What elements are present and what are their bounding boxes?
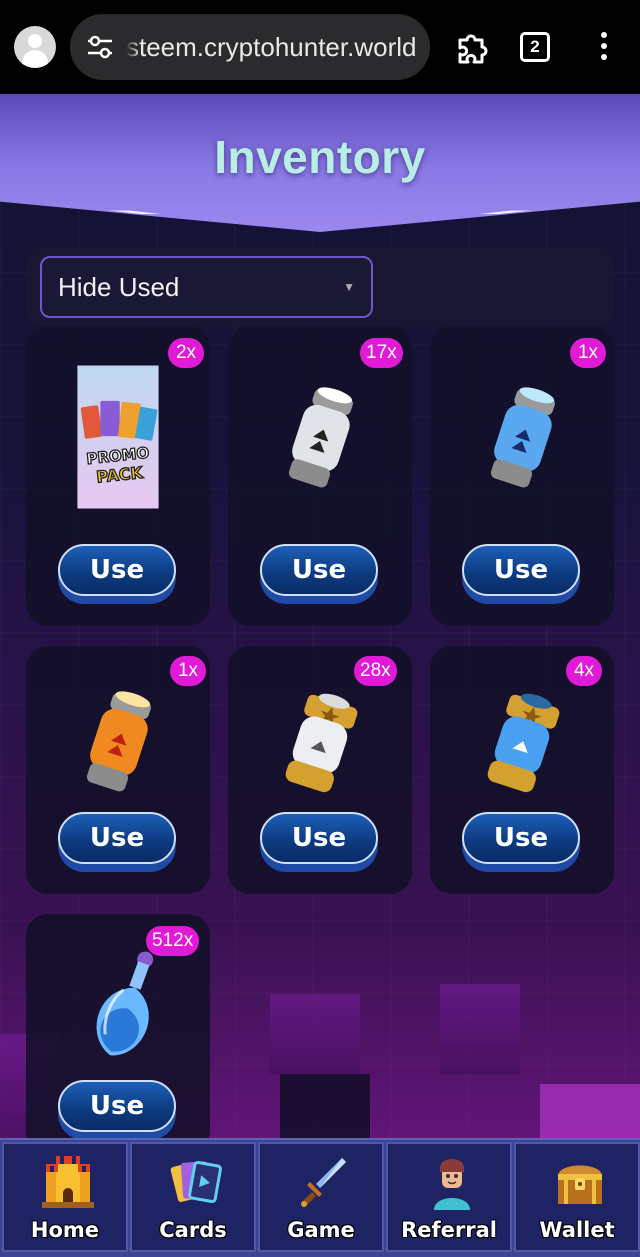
person-icon [434,1159,470,1210]
use-button[interactable]: Use [462,544,580,596]
filter-selected-value: Hide Used [58,272,180,302]
item-count-badge: 1x [170,656,206,686]
inventory-item-card: 1x Use [430,326,614,626]
nav-label: Game [287,1218,355,1242]
inventory-item-card: 512x Use [26,914,210,1138]
blue-capsule-icon [490,387,555,488]
inventory-item-card: 28x Use [228,646,412,894]
browser-toolbar: steem.cryptohunter.world 2 [0,0,640,94]
inventory-item-card: 2x PROMO PACK Use [26,326,210,626]
nav-item-wallet[interactable]: Wallet [514,1142,640,1252]
sword-icon [301,1158,346,1207]
item-count-badge: 2x [168,338,204,368]
silver-capsule-icon [288,387,353,488]
chevron-down-icon: ▼ [343,280,355,294]
used-filter-select[interactable]: Hide Used ▼ [40,256,373,318]
account-avatar[interactable] [14,26,56,68]
tab-switcher-button[interactable]: 2 [520,32,550,62]
background-cube [440,984,520,1074]
site-settings-icon[interactable] [86,34,114,60]
nav-label: Home [30,1218,100,1242]
inventory-page: Inventory Hide Used ▼ 2x PROMO PACK Use … [0,94,640,1138]
page-title: Inventory [214,131,426,183]
use-button[interactable]: Use [462,812,580,864]
use-button[interactable]: Use [260,812,378,864]
item-count-badge: 1x [570,338,606,368]
promo-pack-icon: PROMO PACK [77,365,159,509]
nav-label: Wallet [539,1218,615,1242]
gold-silver-capsule-icon [285,693,358,793]
use-button[interactable]: Use [260,544,378,596]
use-button[interactable]: Use [58,1080,176,1132]
more-menu-icon[interactable] [596,32,612,62]
nav-item-cards[interactable]: Cards [130,1142,256,1252]
bottom-navigation: Home Cards Game Referral Wallet [0,1138,640,1257]
url-text[interactable]: steem.cryptohunter.world [126,32,420,63]
treasure-chest-icon [558,1165,602,1204]
background-cube [540,1084,640,1138]
use-button[interactable]: Use [58,812,176,864]
inventory-item-card: 1x Use [26,646,210,894]
nav-label: Cards [159,1218,227,1242]
nav-label: Referral [401,1218,497,1242]
gold-blue-capsule-icon [487,693,560,793]
background-cube [280,1074,370,1138]
nav-item-referral[interactable]: Referral [386,1142,512,1252]
castle-icon [42,1156,94,1208]
potion-icon [96,951,154,1056]
orange-capsule-icon [86,691,151,792]
nav-item-game[interactable]: Game [258,1142,384,1252]
extensions-icon[interactable] [454,28,492,66]
address-bar[interactable]: steem.cryptohunter.world [70,14,430,80]
item-count-badge: 17x [360,338,403,368]
use-button[interactable]: Use [58,544,176,596]
inventory-item-card: 4x Use [430,646,614,894]
background-cube [270,994,360,1074]
filter-bar: Hide Used ▼ [26,247,614,327]
nav-item-home[interactable]: Home [2,1142,128,1252]
cards-icon [170,1160,222,1204]
inventory-item-card: 17x Use [228,326,412,626]
